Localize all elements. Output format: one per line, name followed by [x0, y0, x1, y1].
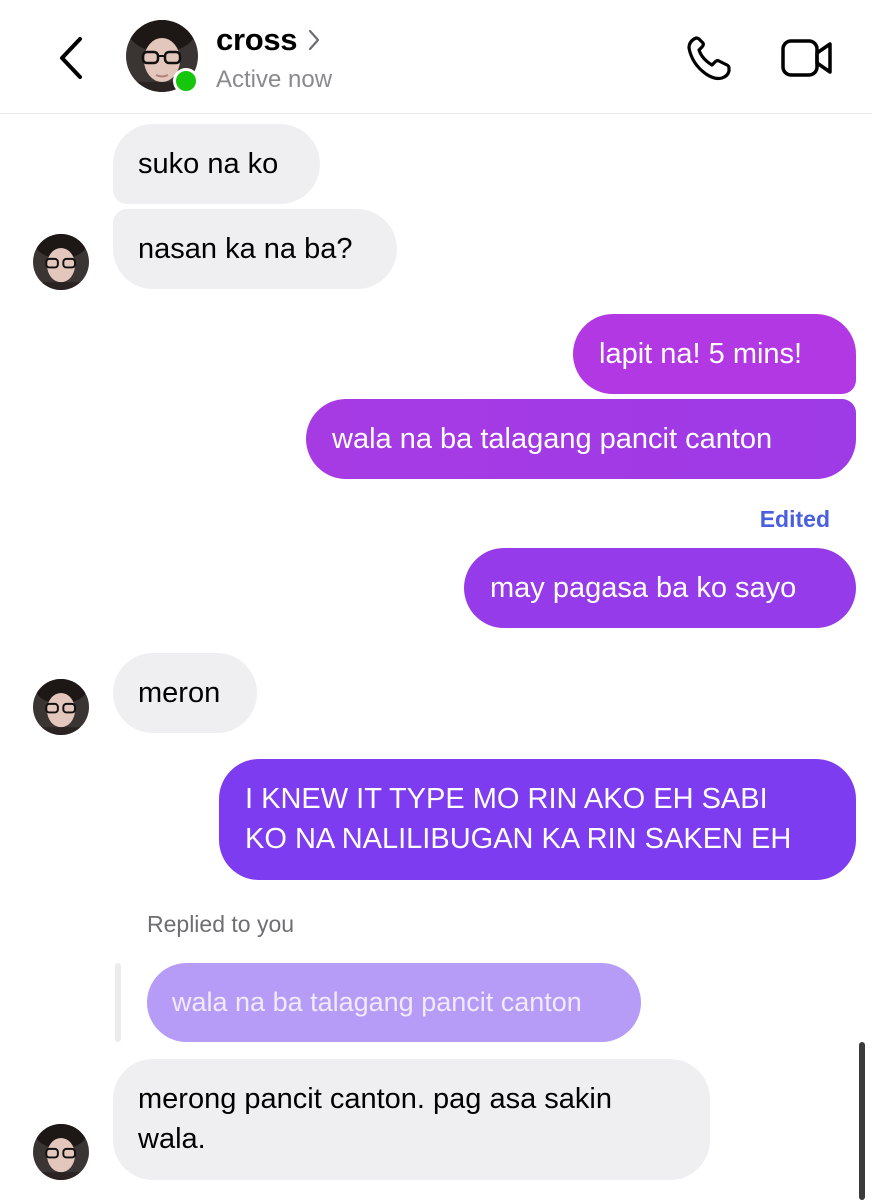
quoted-message[interactable]: wala na ba talagang pancit canton — [147, 963, 641, 1042]
message-bubble-incoming[interactable]: merong pancit canton. pag asa sakin wala… — [113, 1059, 710, 1180]
call-button[interactable] — [684, 34, 734, 82]
message-line: merong pancit canton. pag asa sakin — [138, 1083, 612, 1115]
video-call-button[interactable] — [780, 36, 834, 80]
message-bubble-incoming[interactable]: meron — [113, 653, 257, 733]
active-status-dot — [173, 68, 199, 94]
sender-avatar[interactable] — [33, 679, 89, 735]
reply-indicator-bar — [115, 963, 121, 1042]
contact-name-row[interactable]: cross — [216, 22, 321, 58]
back-button[interactable] — [52, 34, 92, 82]
active-status: Active now — [216, 66, 333, 93]
message-bubble-outgoing[interactable]: may pagasa ba ko sayo — [464, 548, 856, 628]
edited-label: Edited — [759, 506, 830, 532]
sender-avatar[interactable] — [33, 234, 89, 290]
message-bubble-incoming[interactable]: suko na ko — [113, 124, 320, 204]
message-bubble-outgoing[interactable]: wala na ba talagang pancit canton — [306, 399, 856, 479]
message-bubble-outgoing[interactable]: I KNEW IT TYPE MO RIN AKO EH SABI KO NA … — [219, 759, 856, 880]
message-line: I KNEW IT TYPE MO RIN AKO EH SABI — [245, 783, 768, 815]
chat-header: cross Active now — [0, 0, 872, 114]
message-line: wala. — [138, 1123, 206, 1155]
scrollbar-thumb[interactable] — [859, 1042, 865, 1200]
phone-icon — [687, 36, 731, 81]
message-bubble-incoming[interactable]: nasan ka na ba? — [113, 209, 397, 289]
chevron-right-icon — [309, 29, 320, 51]
sender-avatar[interactable] — [33, 1124, 89, 1180]
video-camera-icon — [781, 39, 832, 77]
message-line: KO NA NALILIBUGAN KA RIN SAKEN EH — [245, 823, 792, 855]
message-bubble-outgoing[interactable]: lapit na! 5 mins! — [573, 314, 856, 394]
contact-name: cross — [216, 22, 298, 57]
back-chevron-icon — [60, 37, 82, 79]
reply-label: Replied to you — [147, 911, 295, 937]
